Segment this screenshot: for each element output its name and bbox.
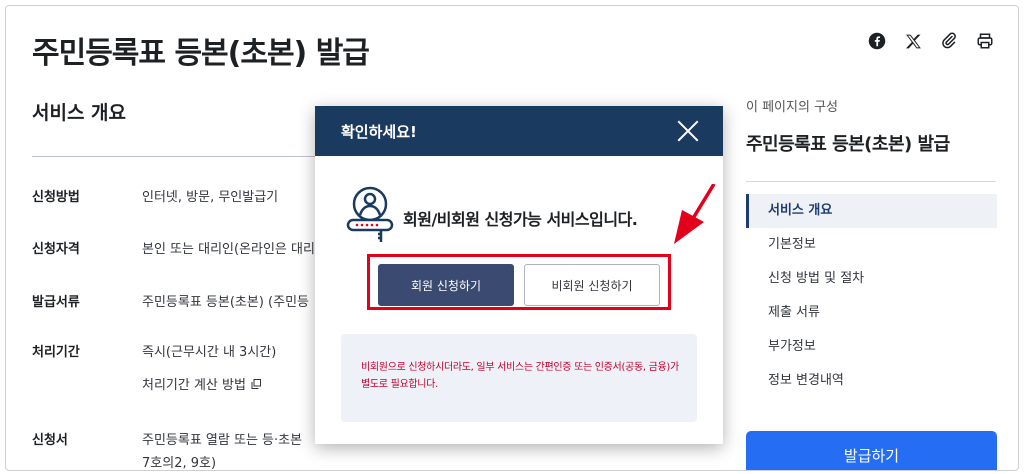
toc-item-change-history[interactable]: 정보 변경내역	[746, 364, 997, 398]
row-value-continued: 7호의2, 9호)	[142, 456, 217, 471]
toc-item-basic-info[interactable]: 기본정보	[746, 228, 997, 262]
toc-item-documents[interactable]: 제출 서류	[746, 296, 997, 330]
page-title: 주민등록표 등본(초본) 발급	[32, 36, 370, 71]
page-frame: 주민등록표 등본(초본) 발급 서비스 개요 신청방법 인터넷, 방문, 무인발…	[5, 5, 1019, 471]
member-login-icon	[346, 186, 394, 242]
modal-title: 확인하세요!	[341, 123, 417, 141]
facebook-icon[interactable]	[866, 30, 888, 52]
toc-list: 서비스 개요 기본정보 신청 방법 및 절차 제출 서류 부가정보 정보 변경내…	[746, 194, 997, 398]
toc-item-service-overview[interactable]: 서비스 개요	[746, 194, 997, 228]
row-label: 신청자격	[32, 242, 80, 257]
row-label: 처리기간	[32, 345, 80, 360]
copy-icon	[251, 378, 261, 389]
row-label: 발급서류	[32, 295, 80, 310]
toc-item-additional-info[interactable]: 부가정보	[746, 330, 997, 364]
issue-button[interactable]: 발급하기	[746, 431, 997, 470]
modal-header: 확인하세요!	[315, 106, 723, 156]
notice-text: 비회원으로 신청하시더라도, 일부 서비스는 간편인증 또는 인증서(공동, 금…	[361, 362, 679, 390]
toc-item-application-method[interactable]: 신청 방법 및 절차	[746, 262, 997, 296]
red-arrow-icon	[674, 184, 716, 244]
link-icon[interactable]	[938, 30, 960, 52]
toc-divider	[746, 181, 996, 182]
notice-box: 비회원으로 신청하시더라도, 일부 서비스는 간편인증 또는 인증서(공동, 금…	[341, 334, 697, 422]
row-label: 신청방법	[32, 190, 80, 205]
x-icon[interactable]	[902, 30, 924, 52]
close-icon[interactable]	[675, 118, 701, 144]
row-label: 신청서	[32, 433, 68, 448]
toc-caption: 이 페이지의 구성	[746, 100, 838, 115]
section-title: 서비스 개요	[32, 102, 127, 124]
confirm-modal: 확인하세요! 회원/비회원 신청가능 서비스입니다. 회원 신청하기 비회원 신…	[315, 106, 723, 444]
processing-time-calc-link[interactable]: 처리기간 계산 방법	[142, 374, 262, 393]
toc-title: 주민등록표 등본(초본) 발급	[746, 134, 950, 155]
share-toolbar	[866, 30, 996, 52]
modal-message: 회원/비회원 신청가능 서비스입니다.	[403, 210, 638, 229]
print-icon[interactable]	[974, 30, 996, 52]
guest-apply-button[interactable]: 비회원 신청하기	[524, 264, 660, 306]
calc-link-label: 처리기간 계산 방법	[142, 378, 246, 393]
member-apply-button[interactable]: 회원 신청하기	[378, 264, 514, 306]
